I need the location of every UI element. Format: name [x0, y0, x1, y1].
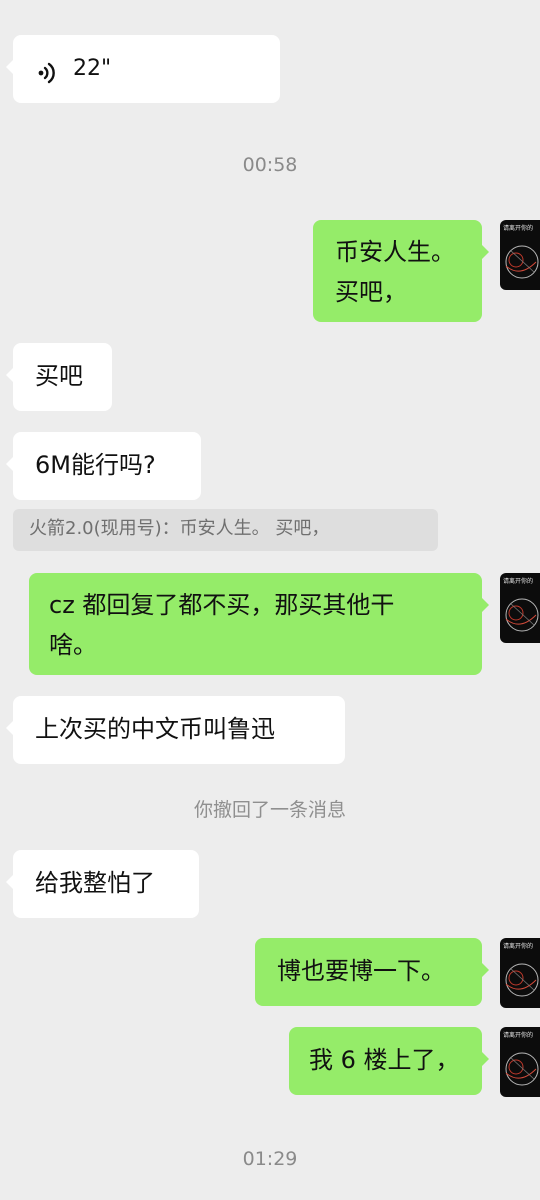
message-text: 给我整怕了	[35, 869, 155, 897]
my-avatar[interactable]: 请离开你的	[500, 1027, 540, 1097]
timestamp: 01:29	[242, 1148, 298, 1170]
voice-wave-icon	[35, 57, 59, 97]
my-avatar[interactable]: 请离开你的	[500, 573, 540, 643]
incoming-message-bubble[interactable]: 6M能行吗?	[6, 432, 201, 500]
outgoing-message-bubble[interactable]: 博也要博一下。	[255, 938, 489, 1006]
message-text: 博也要博一下。	[277, 957, 445, 985]
outgoing-message-bubble[interactable]: cz 都回复了都不买，那买其他干 啥。	[29, 573, 489, 675]
message-text: 币安人生。	[335, 238, 455, 266]
timestamp: 00:58	[242, 154, 298, 176]
avatar-text: 请离开你的	[503, 1031, 533, 1039]
incoming-message-bubble[interactable]: 买吧	[6, 343, 112, 411]
avatar-text: 请离开你的	[503, 224, 533, 232]
voice-message-bubble[interactable]: 22"	[6, 35, 280, 103]
avatar-text: 请离开你的	[503, 942, 533, 950]
my-avatar[interactable]: 请离开你的	[500, 220, 540, 290]
message-text: 上次买的中文币叫鲁迅	[35, 715, 275, 743]
incoming-message-bubble[interactable]: 给我整怕了	[6, 850, 199, 918]
message-text: 买吧，	[335, 278, 407, 306]
quoted-message[interactable]: 火箭2.0(现用号)：币安人生。 买吧，	[13, 509, 438, 551]
message-text: 我 6 楼上了，	[309, 1046, 460, 1074]
message-text: 啥。	[49, 631, 97, 659]
voice-duration: 22"	[73, 56, 112, 81]
recall-notice: 你撤回了一条消息	[193, 799, 346, 821]
quoted-text: 火箭2.0(现用号)：币安人生。 买吧，	[29, 518, 330, 539]
message-text: 买吧	[35, 362, 83, 390]
avatar-text: 请离开你的	[503, 577, 533, 585]
outgoing-message-bubble[interactable]: 币安人生。 买吧，	[313, 220, 489, 322]
message-text: 6M能行吗?	[35, 451, 156, 479]
message-text: cz 都回复了都不买，那买其他干	[49, 591, 395, 619]
outgoing-message-bubble[interactable]: 我 6 楼上了，	[289, 1027, 489, 1095]
my-avatar[interactable]: 请离开你的	[500, 938, 540, 1008]
incoming-message-bubble[interactable]: 上次买的中文币叫鲁迅	[6, 696, 345, 764]
